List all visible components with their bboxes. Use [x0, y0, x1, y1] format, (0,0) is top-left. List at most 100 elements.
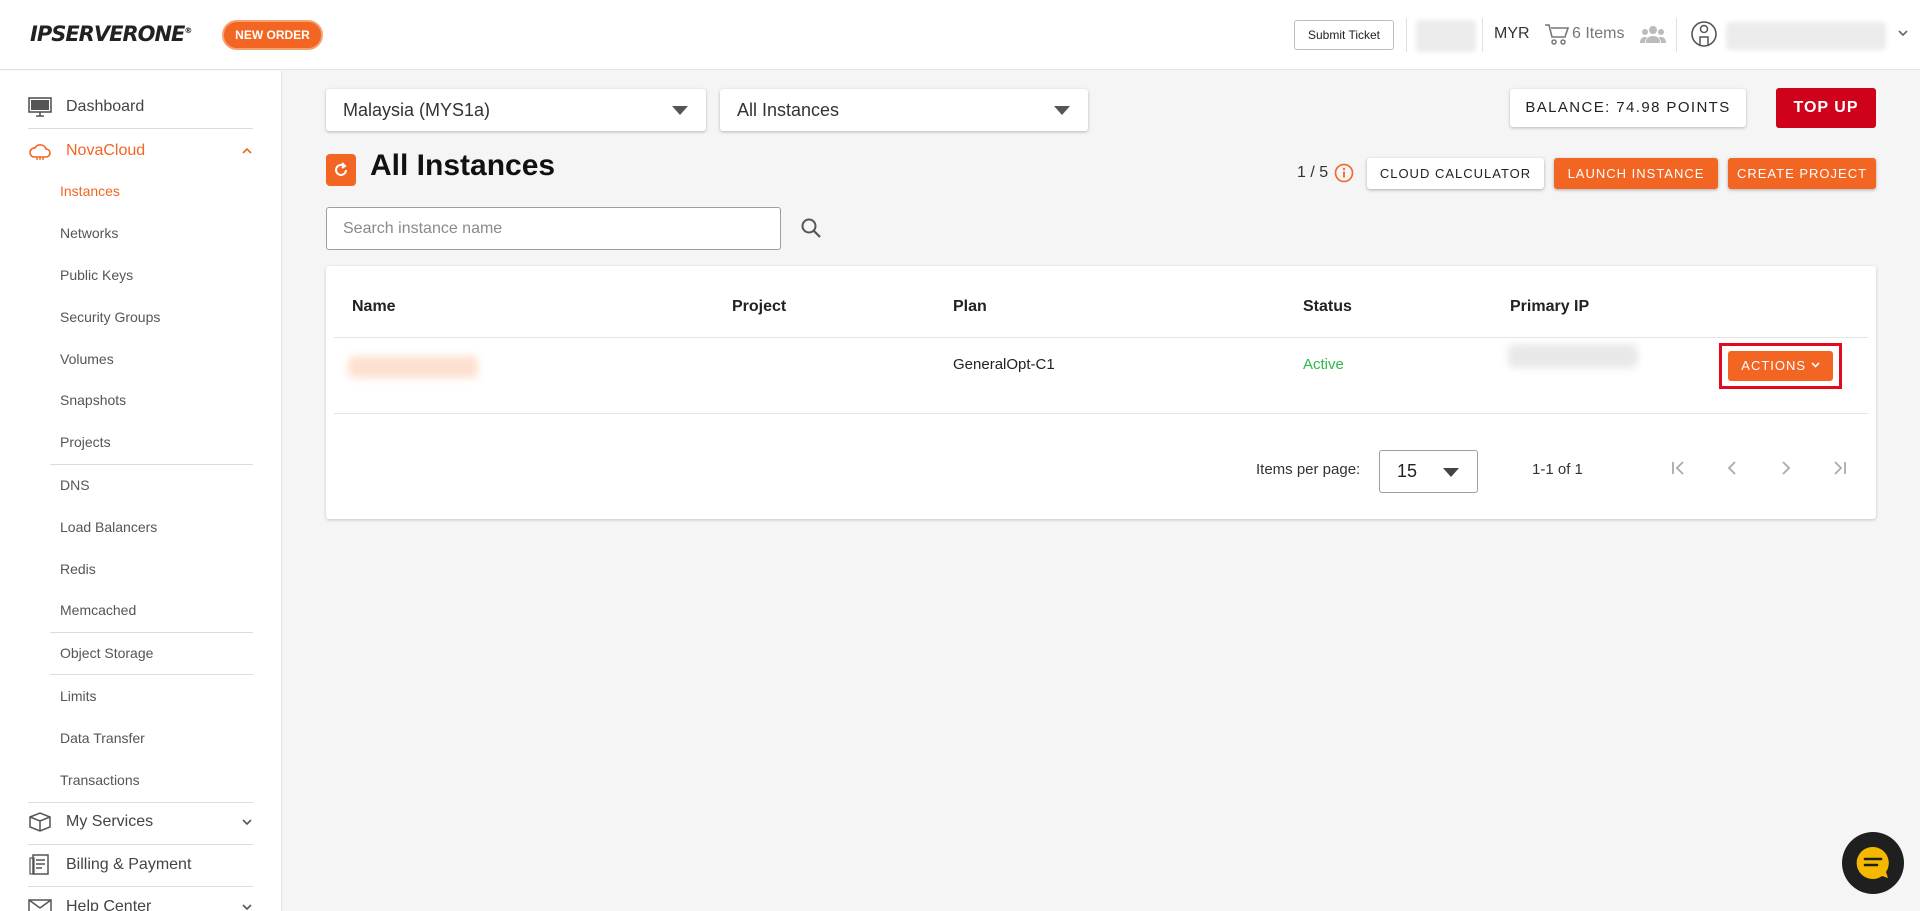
refresh-button[interactable]: [326, 154, 356, 186]
sidebar-item-novacloud[interactable]: NovaCloud: [28, 131, 253, 171]
actions-label: ACTIONS: [1741, 358, 1807, 373]
launch-instance-button[interactable]: LAUNCH INSTANCE: [1554, 158, 1718, 189]
sidebar-item-projects[interactable]: Projects: [60, 432, 111, 452]
sidebar-divider: [50, 464, 253, 465]
users-icon[interactable]: [1640, 24, 1666, 44]
box-icon: [28, 811, 52, 833]
sidebar-item-limits[interactable]: Limits: [60, 686, 97, 706]
balance-display: BALANCE: 74.98 POINTS: [1510, 89, 1746, 127]
create-project-button[interactable]: CREATE PROJECT: [1728, 158, 1876, 189]
ipserverone-logo[interactable]: IPSERVERONE®: [30, 22, 192, 46]
sidebar-item-data-transfer[interactable]: Data Transfer: [60, 728, 145, 748]
first-page-icon[interactable]: [1666, 456, 1690, 480]
sidebar-divider: [50, 674, 253, 675]
region-select-value: Malaysia (MYS1a): [343, 100, 491, 120]
sidebar-item-object-storage[interactable]: Object Storage: [60, 643, 153, 663]
monitor-icon: [28, 96, 52, 118]
actions-highlight: ACTIONS: [1719, 343, 1842, 389]
sidebar-item-label: Billing & Payment: [66, 856, 192, 873]
table-divider: [334, 337, 1868, 338]
new-order-button[interactable]: NEW ORDER: [222, 20, 323, 50]
top-up-button[interactable]: TOP UP: [1776, 88, 1876, 128]
redacted-credit: [1416, 20, 1476, 52]
items-per-page-value: 15: [1397, 461, 1418, 481]
sidebar-item-public-keys[interactable]: Public Keys: [60, 265, 133, 285]
chevron-down-icon: [242, 904, 252, 911]
chevron-down-icon: [1811, 362, 1820, 368]
info-icon[interactable]: [1334, 163, 1354, 183]
search-input[interactable]: [326, 207, 781, 250]
cell-status: Active: [1303, 356, 1344, 373]
sidebar-item-networks[interactable]: Networks: [60, 223, 118, 243]
sidebar-item-redis[interactable]: Redis: [60, 559, 96, 579]
column-header-name: Name: [352, 298, 396, 315]
column-header-status: Status: [1303, 298, 1352, 315]
instances-table-card: Name Project Plan Status Primary IP Gene…: [326, 266, 1876, 519]
account-icon[interactable]: [1690, 20, 1718, 48]
header-divider: [1406, 18, 1407, 52]
search-icon[interactable]: [799, 216, 823, 240]
redacted-instance-name[interactable]: [348, 356, 478, 378]
items-per-page-label: Items per page:: [1256, 461, 1361, 478]
chat-support-button[interactable]: [1842, 832, 1904, 894]
sidebar: Dashboard NovaCloud Instances Networks P…: [0, 71, 282, 911]
actions-button[interactable]: ACTIONS: [1728, 351, 1833, 381]
caret-down-icon: [672, 106, 688, 115]
cloud-icon: [28, 140, 52, 162]
sidebar-divider: [50, 632, 253, 633]
sidebar-item-load-balancers[interactable]: Load Balancers: [60, 517, 157, 537]
cell-plan: GeneralOpt-C1: [953, 356, 1055, 373]
column-header-project: Project: [732, 298, 787, 315]
cloud-calculator-button[interactable]: CLOUD CALCULATOR: [1367, 158, 1544, 189]
instance-quota: 1 / 5: [1297, 163, 1354, 183]
caret-down-icon: [1443, 468, 1459, 477]
sidebar-item-billing[interactable]: Billing & Payment: [28, 845, 253, 885]
invoice-icon: [28, 854, 52, 876]
caret-down-icon: [1054, 106, 1070, 115]
cart-button[interactable]: 6 Items: [1544, 22, 1624, 46]
chevron-down-icon[interactable]: [1896, 26, 1910, 40]
redacted-username: [1726, 22, 1886, 50]
refresh-icon: [335, 162, 347, 176]
submit-ticket-button[interactable]: Submit Ticket: [1294, 20, 1394, 50]
sidebar-item-snapshots[interactable]: Snapshots: [60, 390, 126, 410]
currency-selector[interactable]: MYR: [1494, 25, 1530, 43]
last-page-icon[interactable]: [1828, 456, 1852, 480]
sidebar-item-memcached[interactable]: Memcached: [60, 600, 136, 620]
sidebar-item-security-groups[interactable]: Security Groups: [60, 307, 160, 327]
cart-label: 6 Items: [1572, 25, 1625, 42]
sidebar-item-help-center[interactable]: Help Center: [28, 887, 253, 911]
sidebar-divider: [28, 128, 253, 129]
page-title: All Instances: [370, 149, 556, 182]
region-select[interactable]: Malaysia (MYS1a): [326, 89, 706, 131]
sidebar-item-transactions[interactable]: Transactions: [60, 770, 140, 790]
column-header-plan: Plan: [953, 298, 987, 315]
next-page-icon[interactable]: [1774, 456, 1798, 480]
mail-icon: [28, 896, 52, 911]
quota-text: 1 / 5: [1297, 164, 1329, 181]
sidebar-item-label: My Services: [66, 813, 154, 830]
previous-page-icon[interactable]: [1720, 456, 1744, 480]
header-divider: [1676, 18, 1677, 52]
sidebar-item-label: Dashboard: [66, 98, 145, 115]
redacted-primary-ip: [1508, 344, 1638, 368]
sidebar-item-my-services[interactable]: My Services: [28, 802, 253, 842]
table-divider: [334, 413, 1868, 414]
top-header: IPSERVERONE® NEW ORDER Submit Ticket MYR…: [0, 0, 1920, 70]
sidebar-item-dashboard[interactable]: Dashboard: [28, 87, 253, 127]
chevron-up-icon: [242, 147, 252, 154]
sidebar-item-instances[interactable]: Instances: [60, 181, 120, 201]
instance-filter-select[interactable]: All Instances: [720, 89, 1088, 131]
sidebar-item-volumes[interactable]: Volumes: [60, 349, 114, 369]
pagination-range: 1-1 of 1: [1532, 461, 1583, 478]
instance-filter-value: All Instances: [737, 100, 840, 120]
column-header-primary-ip: Primary IP: [1510, 298, 1590, 315]
chat-icon: [1856, 846, 1889, 879]
cart-icon: [1545, 24, 1570, 45]
logo-text: IPSERVERONE: [30, 22, 185, 46]
sidebar-item-label: Help Center: [66, 898, 152, 911]
header-divider: [1482, 18, 1483, 52]
chevron-down-icon: [242, 819, 252, 826]
sidebar-item-dns[interactable]: DNS: [60, 475, 90, 495]
items-per-page-select[interactable]: 15: [1379, 450, 1478, 493]
